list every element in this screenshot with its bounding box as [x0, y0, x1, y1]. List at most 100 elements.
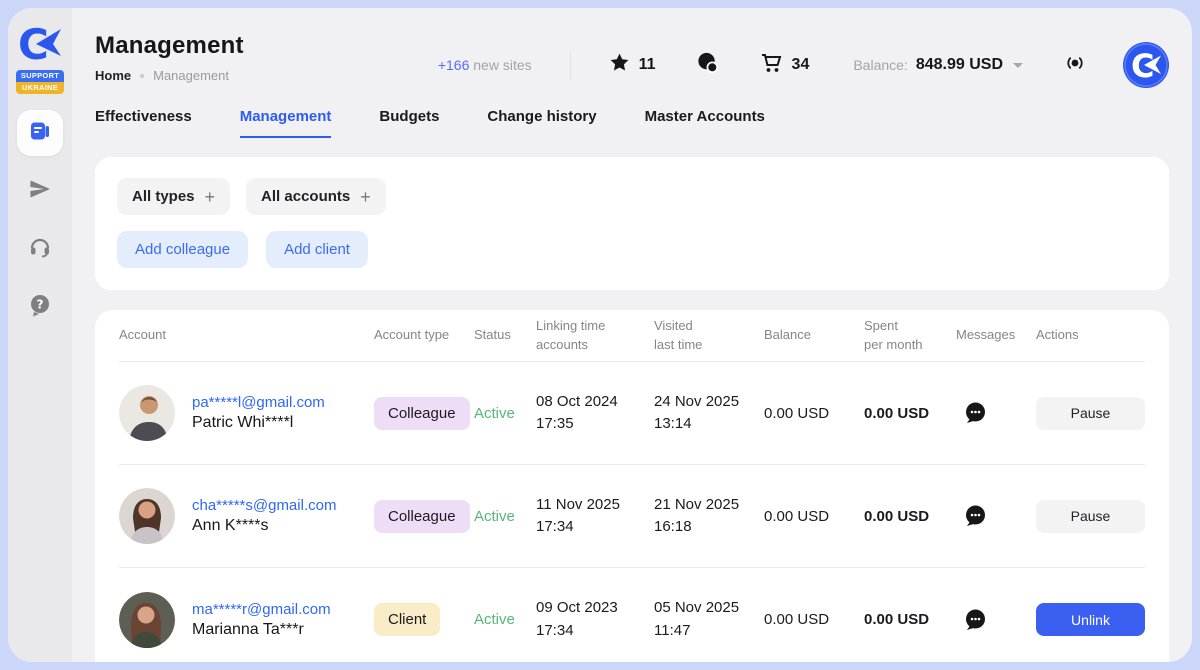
col-spent: Spentper month [864, 317, 956, 355]
support-badge-line1: SUPPORT [16, 70, 64, 82]
col-status: Status [474, 326, 536, 345]
sidebar-item-support[interactable] [17, 226, 63, 272]
breadcrumb-current: Management [153, 68, 229, 83]
app-window: C SUPPORT UKRAINE [8, 8, 1192, 662]
status-label: Active [474, 508, 536, 525]
balance-label: Balance: [853, 57, 907, 73]
user-avatar[interactable]: C [1123, 42, 1169, 88]
col-linking-time: Linking timeaccounts [536, 317, 654, 355]
spent-cell: 0.00 USD [864, 611, 956, 628]
message-icon[interactable] [962, 503, 988, 529]
support-headset-icon [28, 235, 52, 264]
pause-button[interactable]: Pause [1036, 500, 1145, 533]
col-balance: Balance [764, 326, 864, 345]
col-messages: Messages [956, 326, 1036, 345]
add-client-button[interactable]: Add client [266, 231, 368, 268]
filter-all-types[interactable]: All types + [117, 178, 230, 215]
star-icon [609, 52, 630, 78]
filters-panel: All types + All accounts + Add colleague… [95, 157, 1169, 290]
unlink-button[interactable]: Unlink [1036, 603, 1145, 636]
new-sites-label: new sites [473, 57, 531, 73]
linking-time-cell: 09 Oct 202317:34 [536, 597, 654, 642]
sidebar-item-help[interactable]: ? [17, 284, 63, 330]
visited-time-cell: 24 Nov 202513:14 [654, 391, 764, 436]
account-type-badge: Colleague [374, 397, 470, 430]
message-icon[interactable] [962, 607, 988, 633]
balance-cell: 0.00 USD [764, 611, 864, 628]
tab-budgets[interactable]: Budgets [379, 108, 439, 138]
breadcrumb-home[interactable]: Home [95, 68, 131, 83]
notification-icon [1063, 51, 1087, 80]
table-row: ma*****r@gmail.com Marianna Ta***r Clien… [119, 568, 1145, 662]
topbar-divider [570, 50, 571, 80]
breadcrumb: Home Management [95, 68, 244, 83]
tab-management[interactable]: Management [240, 108, 332, 138]
account-cell: pa*****l@gmail.com Patric Whi****l [119, 385, 374, 441]
new-sites-link[interactable]: +166 new sites [438, 57, 532, 73]
cityads-avatar-icon: C [1123, 42, 1169, 88]
balance-cell: 0.00 USD [764, 508, 864, 525]
cityads-logo[interactable]: C [18, 22, 62, 66]
balance-cell: 0.00 USD [764, 405, 864, 422]
col-actions: Actions [1036, 326, 1145, 345]
col-account-type: Account type [374, 326, 474, 345]
pause-button[interactable]: Pause [1036, 397, 1145, 430]
page-title: Management [95, 32, 244, 60]
account-email[interactable]: pa*****l@gmail.com [192, 394, 325, 411]
tab-master-accounts[interactable]: Master Accounts [645, 108, 765, 138]
cart-stat[interactable]: 34 [759, 51, 810, 80]
chat-bubble-icon [696, 51, 719, 79]
topbar-right: +166 new sites 11 [438, 42, 1169, 88]
balance-value: 848.99 USD [916, 56, 1003, 74]
support-badge-line2: UKRAINE [16, 82, 64, 94]
status-label: Active [474, 611, 536, 628]
messages-stat[interactable] [696, 51, 719, 79]
favorites-count: 11 [639, 56, 656, 74]
col-account: Account [119, 326, 374, 345]
topbar: Management Home Management +166 new site… [95, 8, 1169, 100]
chevron-down-icon [1013, 63, 1023, 68]
breadcrumb-separator [140, 74, 144, 78]
tab-effectiveness[interactable]: Effectiveness [95, 108, 192, 138]
account-type-badge: Colleague [374, 500, 470, 533]
account-info: pa*****l@gmail.com Patric Whi****l [192, 394, 325, 432]
tab-bar: Effectiveness Management Budgets Change … [95, 100, 1169, 138]
account-email[interactable]: cha*****s@gmail.com [192, 497, 336, 514]
cityads-logo-icon: C [18, 22, 62, 66]
tab-change-history[interactable]: Change history [487, 108, 596, 138]
app-frame: C SUPPORT UKRAINE [0, 0, 1200, 670]
add-colleague-button[interactable]: Add colleague [117, 231, 248, 268]
cart-count: 34 [792, 56, 810, 74]
new-sites-count: +166 [438, 57, 470, 73]
filter-actions: Add colleague Add client [117, 231, 1147, 268]
sidebar-nav: ? [17, 110, 63, 330]
avatar [119, 385, 175, 441]
sidebar-item-offers[interactable] [17, 110, 63, 156]
account-type-badge: Client [374, 603, 440, 636]
favorites-stat[interactable]: 11 [609, 52, 656, 78]
linking-time-cell: 11 Nov 202517:34 [536, 494, 654, 539]
notification-button[interactable] [1063, 51, 1087, 80]
spent-cell: 0.00 USD [864, 508, 956, 525]
plus-icon: + [360, 188, 371, 206]
col-visited: Visitedlast time [654, 317, 764, 355]
spent-cell: 0.00 USD [864, 405, 956, 422]
account-cell: cha*****s@gmail.com Ann K****s [119, 488, 374, 544]
cart-icon [759, 51, 783, 80]
filter-all-types-label: All types [132, 188, 195, 205]
balance-dropdown[interactable]: Balance: 848.99 USD [853, 56, 1023, 74]
account-name: Patric Whi****l [192, 414, 325, 432]
support-ukraine-badge: SUPPORT UKRAINE [16, 70, 64, 94]
message-icon[interactable] [962, 400, 988, 426]
table-row: cha*****s@gmail.com Ann K****s Colleague… [119, 465, 1145, 568]
avatar [119, 592, 175, 648]
account-email[interactable]: ma*****r@gmail.com [192, 601, 331, 618]
status-label: Active [474, 405, 536, 422]
sidebar-item-telegram[interactable] [17, 168, 63, 214]
account-info: cha*****s@gmail.com Ann K****s [192, 497, 336, 535]
plus-icon: + [205, 188, 216, 206]
svg-text:?: ? [36, 296, 43, 311]
filter-all-accounts[interactable]: All accounts + [246, 178, 386, 215]
account-info: ma*****r@gmail.com Marianna Ta***r [192, 601, 331, 639]
account-cell: ma*****r@gmail.com Marianna Ta***r [119, 592, 374, 648]
